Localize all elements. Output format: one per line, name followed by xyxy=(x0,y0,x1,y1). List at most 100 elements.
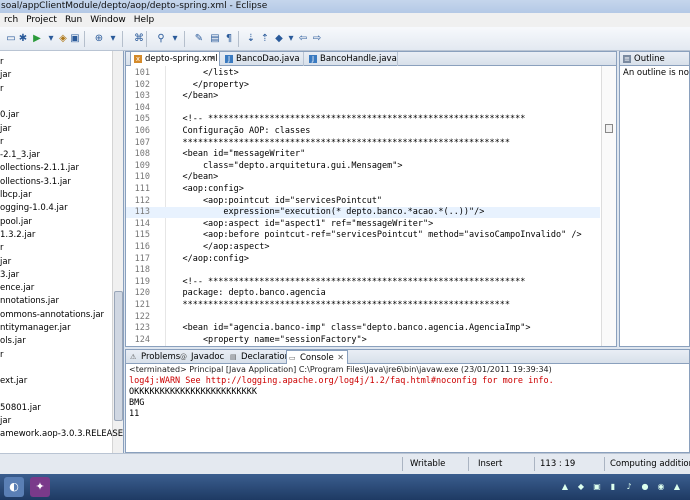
code-line[interactable]: 123 <bean id="agencia.banco-imp" class="… xyxy=(126,323,600,334)
run-icon[interactable]: ▶ xyxy=(30,32,44,46)
prev-annotation-icon[interactable]: ⇡ xyxy=(258,32,272,46)
menu-help[interactable]: Help xyxy=(130,13,159,27)
code-line[interactable]: 106 Configuração AOP: classes xyxy=(126,126,600,137)
tray-signal-icon[interactable]: ▮ xyxy=(608,482,618,492)
package-explorer-item[interactable]: jar xyxy=(0,257,11,268)
package-explorer-item[interactable]: ommons-annotations.jar xyxy=(0,310,104,321)
forward-icon[interactable]: ⇨ xyxy=(310,32,324,46)
package-explorer-item[interactable]: ntitymanager.jar xyxy=(0,323,71,334)
code-line[interactable]: 115 <aop:before pointcut-ref="servicesPo… xyxy=(126,230,600,241)
menu-project[interactable]: Project xyxy=(22,13,61,27)
package-explorer-item[interactable]: r xyxy=(0,137,4,148)
code-line[interactable]: 120 package: depto.banco.agencia xyxy=(126,288,600,299)
package-explorer-item[interactable]: r xyxy=(0,243,4,254)
code-line[interactable]: 121 ************************************… xyxy=(126,300,600,311)
tab-declaration[interactable]: ▤ Declaration xyxy=(228,350,290,364)
toggle-mark-icon[interactable]: ✎ xyxy=(192,32,206,46)
tray-update-icon[interactable]: ▲ xyxy=(672,482,682,492)
package-explorer-item[interactable]: ence.jar xyxy=(0,283,34,294)
code-line[interactable]: 104 xyxy=(126,103,600,114)
package-explorer-item[interactable]: 50801.jar xyxy=(0,403,41,414)
code-line[interactable]: 110 </bean> xyxy=(126,172,600,183)
code-line[interactable]: 119 <!-- *******************************… xyxy=(126,277,600,288)
package-explorer-item[interactable]: ollections-2.1.1.jar xyxy=(0,163,79,174)
open-task-icon[interactable]: ⌘ xyxy=(132,32,146,46)
outline-view: ≡ Outline An outline is not av xyxy=(619,51,690,347)
package-explorer-item[interactable]: ext.jar xyxy=(0,376,27,387)
tab-depto-spring-xml[interactable]: x depto-spring.xml ✕ xyxy=(130,52,220,66)
package-explorer-item[interactable]: r xyxy=(0,84,4,95)
code-line[interactable]: 112 <aop:pointcut id="servicesPointcut" xyxy=(126,196,600,207)
close-icon[interactable]: ✕ xyxy=(337,351,344,365)
tab-bancohandle-java[interactable]: J BancoHandle.java xyxy=(306,52,398,66)
package-explorer-item[interactable]: nnotations.jar xyxy=(0,296,59,307)
search-icon[interactable]: ⚲ xyxy=(154,32,168,46)
code-line[interactable]: 105 <!-- *******************************… xyxy=(126,114,600,125)
code-line[interactable]: 109 class="depto.arquitetura.gui.Mensage… xyxy=(126,161,600,172)
package-explorer-item[interactable]: jar xyxy=(0,124,11,135)
overview-marker[interactable] xyxy=(605,124,613,133)
new-class-icon[interactable]: ⊕ xyxy=(92,32,106,46)
tab-console[interactable]: ▭ Console ✕ xyxy=(286,350,348,364)
package-explorer-item[interactable]: 1.3.2.jar xyxy=(0,230,35,241)
package-explorer-item[interactable]: 0.jar xyxy=(0,110,19,121)
package-explorer-item[interactable]: pool.jar xyxy=(0,217,32,228)
app-taskbar-icon[interactable]: ✦ xyxy=(30,477,50,497)
new-package-icon[interactable]: ▾ xyxy=(106,32,120,46)
tab-problems[interactable]: ⚠ Problems xyxy=(128,350,180,364)
package-explorer-item[interactable]: -2.1_3.jar xyxy=(0,150,40,161)
package-explorer-item[interactable]: lbcp.jar xyxy=(0,190,32,201)
console-output[interactable]: log4j:WARN See http://logging.apache.org… xyxy=(126,376,689,420)
search-menu-icon[interactable]: ▾ xyxy=(168,32,182,46)
menu-run[interactable]: Run xyxy=(61,13,86,27)
code-line[interactable]: 103 </bean> xyxy=(126,91,600,102)
package-explorer-item[interactable]: ollections-3.1.jar xyxy=(0,177,71,188)
package-explorer-item[interactable]: ogging-1.0.4.jar xyxy=(0,203,68,214)
tray-network-icon[interactable]: ▲ xyxy=(560,482,570,492)
menu-search[interactable]: rch xyxy=(0,13,22,27)
package-explorer-item[interactable]: r xyxy=(0,57,4,68)
package-explorer-item[interactable]: amework.aop-3.0.3.RELEASE.jar xyxy=(0,429,123,440)
package-explorer-item[interactable]: jar xyxy=(0,416,11,427)
code-line[interactable]: 124 <property name="sessionFactory"> xyxy=(126,335,600,346)
tray-app-icon[interactable]: ◉ xyxy=(656,482,666,492)
annotation-icon[interactable]: ▤ xyxy=(208,32,222,46)
code-line[interactable]: 111 <aop:config> xyxy=(126,184,600,195)
tab-bancodao-java[interactable]: J BancoDao.java xyxy=(222,52,304,66)
package-explorer-scrollbar[interactable] xyxy=(112,51,123,453)
tray-volume-icon[interactable]: ♪ xyxy=(624,482,634,492)
package-explorer-item[interactable]: ols.jar xyxy=(0,336,26,347)
scrollbar-thumb[interactable] xyxy=(114,291,123,421)
editor-overview-ruler[interactable] xyxy=(601,66,616,346)
code-line[interactable]: 114 <aop:aspect id="aspect1" ref="messag… xyxy=(126,219,600,230)
package-explorer-item[interactable]: 3.jar xyxy=(0,270,19,281)
back-icon[interactable]: ⇦ xyxy=(296,32,310,46)
status-progress-message[interactable]: Computing additional in xyxy=(610,457,690,471)
tray-shield-icon[interactable]: ◆ xyxy=(576,482,586,492)
problems-icon: ⚠ xyxy=(130,353,137,361)
code-line[interactable]: 116 </aop:aspect> xyxy=(126,242,600,253)
show-whitespace-icon[interactable]: ¶ xyxy=(222,32,236,46)
code-line[interactable]: 113 expression="execution(* depto.banco.… xyxy=(126,207,600,219)
code-text: <aop:before pointcut-ref="servicesPointc… xyxy=(162,230,582,241)
code-line[interactable]: 107 ************************************… xyxy=(126,138,600,149)
code-line[interactable]: 122 xyxy=(126,312,600,323)
outline-header[interactable]: ≡ Outline xyxy=(620,52,689,66)
code-line[interactable]: 102 </property> xyxy=(126,80,600,91)
debug-icon[interactable]: ✱ xyxy=(16,32,30,46)
eclipse-taskbar-icon[interactable]: ◐ xyxy=(4,477,24,497)
package-explorer-item[interactable]: r xyxy=(0,350,4,361)
next-annotation-icon[interactable]: ⇣ xyxy=(244,32,258,46)
new-java-project-icon[interactable]: ▣ xyxy=(68,32,82,46)
menu-window[interactable]: Window xyxy=(86,13,130,27)
code-line[interactable]: 118 xyxy=(126,265,600,276)
code-area[interactable]: 101 </list> 102 </property> 103 </bean> 104… xyxy=(126,68,600,346)
tray-lang-icon[interactable]: ● xyxy=(640,482,650,492)
code-line[interactable]: 117 </aop:config> xyxy=(126,254,600,265)
package-explorer-item[interactable]: jar xyxy=(0,70,11,81)
tray-display-icon[interactable]: ▣ xyxy=(592,482,602,492)
code-line[interactable]: 101 </list> xyxy=(126,68,600,79)
code-line[interactable]: 108 <bean id="messageWriter" xyxy=(126,149,600,160)
tab-javadoc[interactable]: @ Javadoc xyxy=(178,350,228,364)
close-icon[interactable]: ✕ xyxy=(209,52,216,66)
